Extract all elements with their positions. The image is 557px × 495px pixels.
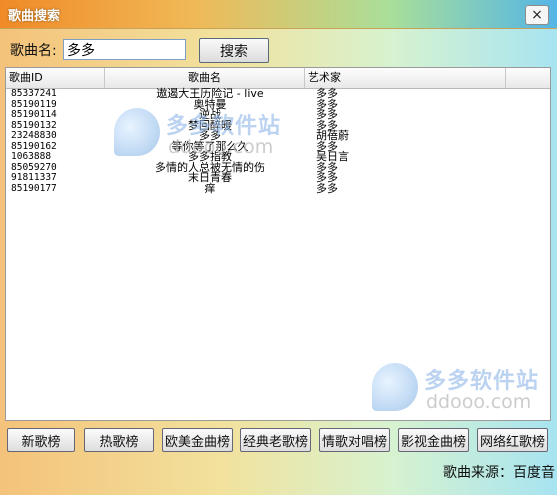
song-id-cell: 91811337 — [11, 172, 57, 183]
list-item[interactable]: 91811337 末日青春 多多 — [6, 171, 550, 184]
song-id-cell: 85190177 — [11, 182, 57, 194]
list-header: 歌曲ID 歌曲名 艺术家 — [6, 68, 550, 89]
chart-button-hot[interactable]: 热歌榜 — [84, 428, 154, 452]
list-item[interactable]: 85190162 等你等了那么久 多多 — [6, 141, 550, 153]
column-header-song-name[interactable]: 歌曲名 — [105, 68, 305, 88]
chart-button-western[interactable]: 欧美金曲榜 — [162, 428, 233, 452]
watermark-logo-icon — [372, 363, 418, 411]
chart-button-classic[interactable]: 经典老歌榜 — [240, 428, 311, 452]
song-name-cell: 痒 — [204, 181, 216, 195]
search-button[interactable]: 搜索 — [199, 38, 269, 63]
list-item[interactable]: 85190119 奥特曼 多多 — [6, 97, 550, 111]
list-item[interactable]: 85190114 逆战 多多 — [6, 108, 550, 121]
window-title: 歌曲搜索 — [8, 9, 61, 24]
close-button[interactable]: × — [525, 5, 549, 25]
list-item[interactable]: 85059270 多情的人总被无情的伤 多多 — [6, 160, 550, 174]
column-header-artist[interactable]: 艺术家 — [305, 68, 506, 88]
song-id-cell: 85337241 — [11, 88, 57, 99]
song-name-input[interactable] — [63, 39, 186, 60]
list-item[interactable]: 23248830 多多 胡蓓蔚 — [6, 129, 550, 142]
list-rows: 85337241 遨遏大王历险记 - live 多多 85190119 奥特曼 多多 851… — [6, 87, 550, 195]
artist-cell: 多多 — [316, 87, 338, 100]
chart-button-duet[interactable]: 情歌对唱榜 — [319, 428, 390, 452]
watermark-text: 多多软件站 — [424, 369, 540, 394]
song-source-label: 歌曲来源：百度音 — [443, 465, 555, 481]
column-header-song-id[interactable]: 歌曲ID — [6, 68, 105, 88]
artist-cell: 多多 — [316, 171, 338, 184]
chart-button-internet[interactable]: 网络红歌榜 — [477, 428, 548, 452]
watermark-bottom: 多多软件站 ddooo.com — [372, 363, 547, 413]
list-item[interactable]: 85337241 遨遏大王历险记 - live 多多 — [6, 87, 550, 100]
watermark-url: ddooo.com — [426, 391, 532, 413]
list-item[interactable]: 85190132 梦回醉暖 多多 — [6, 120, 550, 132]
artist-cell: 胡蓓蔚 — [316, 129, 349, 142]
song-name-label: 歌曲名: — [10, 43, 57, 59]
chart-button-new[interactable]: 新歌榜 — [7, 428, 75, 452]
title-bar: 歌曲搜索 × — [0, 0, 557, 29]
artist-cell: 多多 — [316, 97, 338, 111]
artist-cell: 多多 — [316, 160, 338, 174]
artist-cell: 多多 — [316, 108, 338, 121]
list-item[interactable]: 1063888 多多指教 吴日言 — [6, 150, 550, 163]
bottom-bar: 新歌榜 热歌榜 欧美金曲榜 经典老歌榜 情歌对唱榜 影视金曲榜 网络红歌榜 歌曲… — [0, 426, 557, 495]
artist-cell: 吴日言 — [316, 150, 349, 163]
list-item[interactable]: 85190177 痒 多多 — [6, 181, 550, 195]
artist-cell: 多多 — [316, 181, 338, 195]
chart-button-film[interactable]: 影视金曲榜 — [398, 428, 469, 452]
results-list[interactable]: 歌曲ID 歌曲名 艺术家 85337241 遨遏大王历险记 - live 多多 851… — [5, 67, 551, 421]
column-header-empty — [506, 68, 550, 88]
song-id-cell: 1063888 — [11, 151, 52, 162]
song-id-cell: 85190114 — [11, 109, 57, 120]
song-id-cell: 23248830 — [11, 130, 57, 141]
song-search-window: 歌曲搜索 × 歌曲名: 搜索 歌曲ID 歌曲名 艺术家 85337241遨遏大王… — [0, 0, 557, 495]
